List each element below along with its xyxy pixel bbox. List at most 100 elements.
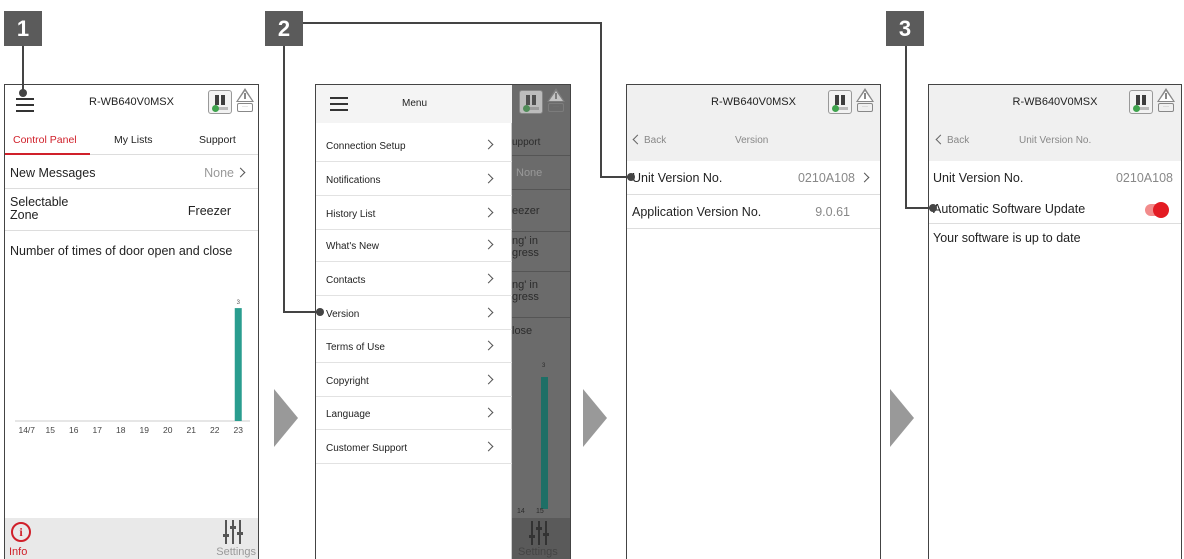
callout-dot-1 [19, 89, 27, 97]
menu-item-contacts[interactable]: Contacts [316, 262, 512, 296]
settings-sliders-icon[interactable] [223, 520, 243, 544]
phone-screen-menu: ··· upport None eezer ng' in gress ng' i… [315, 84, 571, 559]
chevron-right-icon [483, 340, 494, 351]
fridge-status-icon[interactable] [1129, 90, 1153, 114]
selectable-zone-row[interactable]: Selectable Zone Freezer [5, 189, 258, 231]
dimmed-text: Settings [518, 546, 558, 558]
chart-x-tick-label: 21 [187, 425, 197, 435]
auto-update-label: Automatic Software Update [933, 202, 1086, 216]
menu-item-whats-new[interactable]: What's New [316, 228, 512, 262]
step-arrow-icon [274, 389, 298, 447]
screen-title: Unit Version No. [1019, 135, 1092, 146]
chart-x-tick-label: 16 [69, 425, 79, 435]
unit-version-label: Unit Version No. [632, 171, 723, 185]
unit-version-value: 0210A108 [1115, 171, 1173, 185]
warning-icon[interactable]: ··· [856, 88, 874, 114]
dimmed-text: lose [512, 325, 533, 337]
chevron-right-icon [483, 441, 494, 452]
chart-x-tick-label: 23 [234, 425, 244, 435]
new-messages-value: None [204, 166, 234, 180]
menu-title: Menu [402, 98, 428, 109]
chevron-right-icon [483, 139, 494, 150]
menu-item-language[interactable]: Language [316, 396, 512, 430]
new-messages-row[interactable]: New Messages None [5, 155, 258, 189]
screen-title: Version [735, 135, 769, 146]
tab-my-lists[interactable]: My Lists [114, 134, 153, 146]
side-menu: Menu Connection Setup Notifications Hist… [316, 85, 512, 559]
app-version-value: 9.0.61 [815, 205, 850, 219]
tab-bar: Control Panel My Lists Support [5, 123, 258, 155]
dimmed-text: eezer [512, 205, 540, 217]
tab-control-panel[interactable]: Control Panel [13, 134, 77, 146]
menu-item-terms-of-use[interactable]: Terms of Use [316, 329, 512, 363]
step-badge-2: 2 [265, 11, 303, 46]
chevron-right-icon [859, 172, 870, 183]
menu-item-notifications[interactable]: Notifications [316, 162, 512, 196]
dimmed-text: None [516, 167, 543, 179]
warning-icon[interactable]: ··· [236, 88, 254, 114]
app-header: R-WB640V0MSX ··· [627, 85, 880, 123]
app-version-row: Application Version No. 9.0.61 [627, 195, 880, 229]
chevron-right-icon [235, 167, 246, 178]
dimmed-background[interactable]: ··· upport None eezer ng' in gress ng' i… [512, 85, 570, 559]
unit-version-row[interactable]: Unit Version No. 0210A108 [627, 161, 880, 195]
warning-icon[interactable]: ··· [1157, 88, 1175, 114]
dimmed-text: upport [512, 137, 541, 148]
chevron-right-icon [483, 173, 494, 184]
unit-version-label: Unit Version No. [933, 171, 1024, 185]
step-arrow-icon [583, 389, 607, 447]
callout-dot-2 [316, 308, 324, 316]
step-badge-1: 1 [4, 11, 42, 46]
app-header: R-WB640V0MSX ··· [929, 85, 1181, 123]
hamburger-menu-icon[interactable] [330, 97, 348, 111]
nav-settings-label[interactable]: Settings [216, 546, 256, 558]
chevron-right-icon [483, 239, 494, 250]
unit-version-value: 0210A108 [797, 171, 855, 185]
callout-line-2 [283, 311, 319, 313]
selectable-zone-value: Freezer [187, 204, 231, 218]
settings-sliders-icon-dimmed [529, 521, 549, 545]
step-arrow-icon [890, 389, 914, 447]
phone-screen-unit-version: R-WB640V0MSX ··· Back Unit Version No. U… [928, 84, 1182, 559]
chart-x-tick-label: 20 [163, 425, 173, 435]
dimmed-text: ng' in gress [512, 235, 539, 259]
menu-item-history-list[interactable]: History List [316, 196, 512, 230]
app-header: R-WB640V0MSX ··· [5, 85, 258, 123]
callout-line-2 [283, 46, 285, 313]
back-button[interactable]: Back [934, 134, 969, 146]
app-version-label: Application Version No. [632, 205, 762, 219]
dimmed-chart-bar [541, 377, 548, 509]
menu-item-connection-setup[interactable]: Connection Setup [316, 128, 512, 162]
info-icon[interactable]: i [11, 522, 31, 542]
chart-x-tick-label: 22 [210, 425, 220, 435]
auto-update-toggle[interactable] [1145, 202, 1169, 218]
divider [929, 223, 1181, 224]
chart-x-tick-label: 15 [46, 425, 56, 435]
fridge-status-icon[interactable] [208, 90, 232, 114]
chevron-left-icon [632, 134, 643, 145]
chart-title: Number of times of door open and close [10, 244, 233, 258]
warning-icon-dimmed: ··· [547, 88, 565, 114]
chevron-right-icon [483, 374, 494, 385]
nav-info-label[interactable]: Info [9, 546, 27, 558]
chevron-right-icon [483, 307, 494, 318]
menu-item-customer-support[interactable]: Customer Support [316, 430, 512, 464]
menu-item-copyright[interactable]: Copyright [316, 363, 512, 397]
chart-data-label: 3 [237, 300, 241, 306]
sub-header: Back Unit Version No. [929, 123, 1181, 161]
menu-header: Menu [316, 85, 512, 123]
fridge-status-icon[interactable] [828, 90, 852, 114]
callout-dot-3 [627, 173, 635, 181]
chart-x-tick-label: 14/7 [18, 425, 35, 435]
callout-line-3 [303, 22, 602, 24]
chart-x-tick-label: 19 [140, 425, 150, 435]
dimmed-text: 14 [517, 508, 525, 515]
new-messages-label: New Messages [10, 166, 96, 180]
tab-support[interactable]: Support [199, 134, 236, 146]
back-button[interactable]: Back [631, 134, 666, 146]
bottom-nav: i Info Settings [5, 518, 258, 559]
update-status-text: Your software is up to date [933, 231, 1081, 245]
callout-line-4 [905, 46, 907, 208]
menu-item-version[interactable]: Version [316, 296, 512, 330]
door-open-close-chart: 14/7 15 16 17 18 19 20 21 22 3 23 [15, 300, 250, 435]
